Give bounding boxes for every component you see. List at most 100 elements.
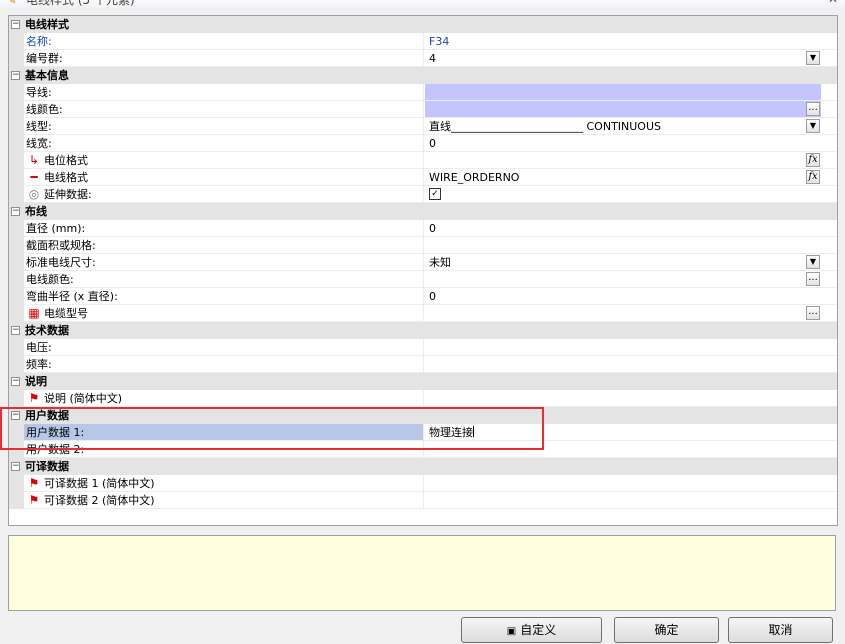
- category-row[interactable]: − 说明: [9, 373, 837, 390]
- property-row[interactable]: 电线颜色:...: [9, 271, 837, 288]
- category-row[interactable]: − 用户数据: [9, 407, 837, 424]
- category-label: 电线样式: [25, 18, 69, 31]
- property-value[interactable]: [425, 84, 821, 100]
- property-value[interactable]: [425, 339, 821, 355]
- dropdown-arrow-icon[interactable]: ▼: [806, 119, 820, 133]
- property-value[interactable]: [425, 390, 821, 406]
- ok-button[interactable]: 确定: [614, 617, 719, 643]
- property-value[interactable]: F34: [425, 33, 821, 49]
- collapse-toggle-icon[interactable]: −: [11, 411, 20, 420]
- collapse-toggle-icon[interactable]: −: [11, 71, 20, 80]
- property-name[interactable]: 用户数据 2:: [24, 441, 424, 457]
- row-gutter: [9, 84, 24, 101]
- category-label: 基本信息: [25, 69, 69, 82]
- property-value[interactable]: ...: [425, 305, 821, 321]
- category-row[interactable]: − 可译数据: [9, 458, 837, 475]
- property-row[interactable]: 直径 (mm): 0: [9, 220, 837, 237]
- property-name[interactable]: 线型:: [24, 118, 424, 134]
- category-row[interactable]: − 电线样式: [9, 16, 837, 33]
- property-name[interactable]: 直径 (mm):: [24, 220, 424, 236]
- property-row[interactable]: 导线:: [9, 84, 837, 101]
- collapse-toggle-icon[interactable]: −: [11, 207, 20, 216]
- property-row[interactable]: 线颜色:...: [9, 101, 837, 118]
- property-row[interactable]: ↳ 电位格式 fx: [9, 152, 837, 169]
- property-name[interactable]: 导线:: [24, 84, 424, 100]
- row-gutter: [9, 50, 24, 67]
- category-row[interactable]: − 技术数据: [9, 322, 837, 339]
- property-value[interactable]: ...: [425, 271, 821, 287]
- minimize-button[interactable]: –: [794, 0, 800, 6]
- collapse-toggle-icon[interactable]: −: [11, 377, 20, 386]
- row-gutter: [9, 152, 24, 169]
- property-name[interactable]: 频率:: [24, 356, 424, 372]
- property-value[interactable]: 未知 ▼: [425, 254, 821, 270]
- collapse-toggle-icon[interactable]: −: [11, 462, 20, 471]
- property-value[interactable]: [425, 237, 821, 253]
- fx-button[interactable]: fx: [806, 170, 820, 184]
- close-button[interactable]: ✕: [828, 0, 838, 6]
- category-row[interactable]: − 布线: [9, 203, 837, 220]
- property-value[interactable]: [425, 492, 821, 508]
- collapse-toggle-icon[interactable]: −: [11, 20, 20, 29]
- property-name[interactable]: ↳ 电位格式: [24, 152, 424, 168]
- property-name[interactable]: 电压:: [24, 339, 424, 355]
- property-name[interactable]: 标准电线尺寸:: [24, 254, 424, 270]
- property-row[interactable]: 编号群: 4 ▼: [9, 50, 837, 67]
- property-name[interactable]: 名称:: [24, 33, 424, 49]
- ellipsis-button[interactable]: ...: [806, 272, 820, 286]
- property-row[interactable]: 弯曲半径 (x 直径): 0: [9, 288, 837, 305]
- property-value[interactable]: ...: [425, 101, 821, 117]
- property-name[interactable]: ━ 电线格式: [24, 169, 424, 185]
- property-value-input[interactable]: 物理连接: [425, 424, 821, 440]
- property-row[interactable]: 用户数据 1: 物理连接: [9, 424, 837, 441]
- collapse-toggle-icon[interactable]: −: [11, 326, 20, 335]
- property-name[interactable]: ⚑ 说明 (简体中文): [24, 390, 424, 406]
- property-name[interactable]: ◎ 延伸数据:: [24, 186, 424, 202]
- property-name[interactable]: ⚑ 可译数据 1 (简体中文): [24, 475, 424, 491]
- property-row[interactable]: ⚑ 可译数据 1 (简体中文): [9, 475, 837, 492]
- property-name[interactable]: 用户数据 1:: [24, 424, 424, 440]
- property-value[interactable]: fx: [425, 152, 821, 168]
- property-row[interactable]: 线型: 直线________________________ CONTINUOUS…: [9, 118, 837, 135]
- property-grid[interactable]: − 电线样式 名称: F34 编号群: 4 ▼ − 基本信息 导线: 线颜色:... 线型: 直线___…: [8, 15, 838, 526]
- property-value[interactable]: 0: [425, 220, 821, 236]
- property-value[interactable]: 4 ▼: [425, 50, 821, 66]
- property-value[interactable]: [425, 475, 821, 491]
- property-name[interactable]: 线颜色:: [24, 101, 424, 117]
- property-value[interactable]: WIRE_ORDERNO fx: [425, 169, 821, 185]
- fx-button[interactable]: fx: [806, 153, 820, 167]
- property-value[interactable]: 0: [425, 135, 821, 151]
- ellipsis-button[interactable]: ...: [806, 102, 820, 116]
- custom-button[interactable]: ▣ 自定义: [461, 617, 602, 643]
- property-value[interactable]: 0: [425, 288, 821, 304]
- property-value[interactable]: 直线________________________ CONTINUOUS ▼: [425, 118, 821, 134]
- property-row[interactable]: 截面积或规格:: [9, 237, 837, 254]
- property-name[interactable]: 弯曲半径 (x 直径):: [24, 288, 424, 304]
- property-row[interactable]: 标准电线尺寸: 未知 ▼: [9, 254, 837, 271]
- property-name[interactable]: 截面积或规格:: [24, 237, 424, 253]
- property-value[interactable]: [425, 356, 821, 372]
- property-name[interactable]: 编号群:: [24, 50, 424, 66]
- category-row[interactable]: − 基本信息: [9, 67, 837, 84]
- property-row[interactable]: ⚑ 说明 (简体中文): [9, 390, 837, 407]
- cancel-button[interactable]: 取消: [728, 617, 833, 643]
- dropdown-arrow-icon[interactable]: ▼: [806, 255, 820, 269]
- property-name[interactable]: ▦ 电缆型号: [24, 305, 424, 321]
- property-row[interactable]: ━ 电线格式 WIRE_ORDERNO fx: [9, 169, 837, 186]
- ellipsis-button[interactable]: ...: [806, 306, 820, 320]
- property-value[interactable]: ✓: [425, 186, 821, 202]
- property-row[interactable]: 电压:: [9, 339, 837, 356]
- property-row[interactable]: 名称: F34: [9, 33, 837, 50]
- checkbox[interactable]: ✓: [429, 188, 441, 200]
- property-name[interactable]: ⚑ 可译数据 2 (简体中文): [24, 492, 424, 508]
- property-value[interactable]: [425, 441, 821, 457]
- property-row[interactable]: 线宽: 0: [9, 135, 837, 152]
- property-name[interactable]: 线宽:: [24, 135, 424, 151]
- property-name[interactable]: 电线颜色:: [24, 271, 424, 287]
- property-row[interactable]: ◎ 延伸数据: ✓: [9, 186, 837, 203]
- property-row[interactable]: 用户数据 2:: [9, 441, 837, 458]
- property-row[interactable]: ▦ 电缆型号...: [9, 305, 837, 322]
- property-row[interactable]: ⚑ 可译数据 2 (简体中文): [9, 492, 837, 509]
- property-row[interactable]: 频率:: [9, 356, 837, 373]
- dropdown-arrow-icon[interactable]: ▼: [806, 51, 820, 65]
